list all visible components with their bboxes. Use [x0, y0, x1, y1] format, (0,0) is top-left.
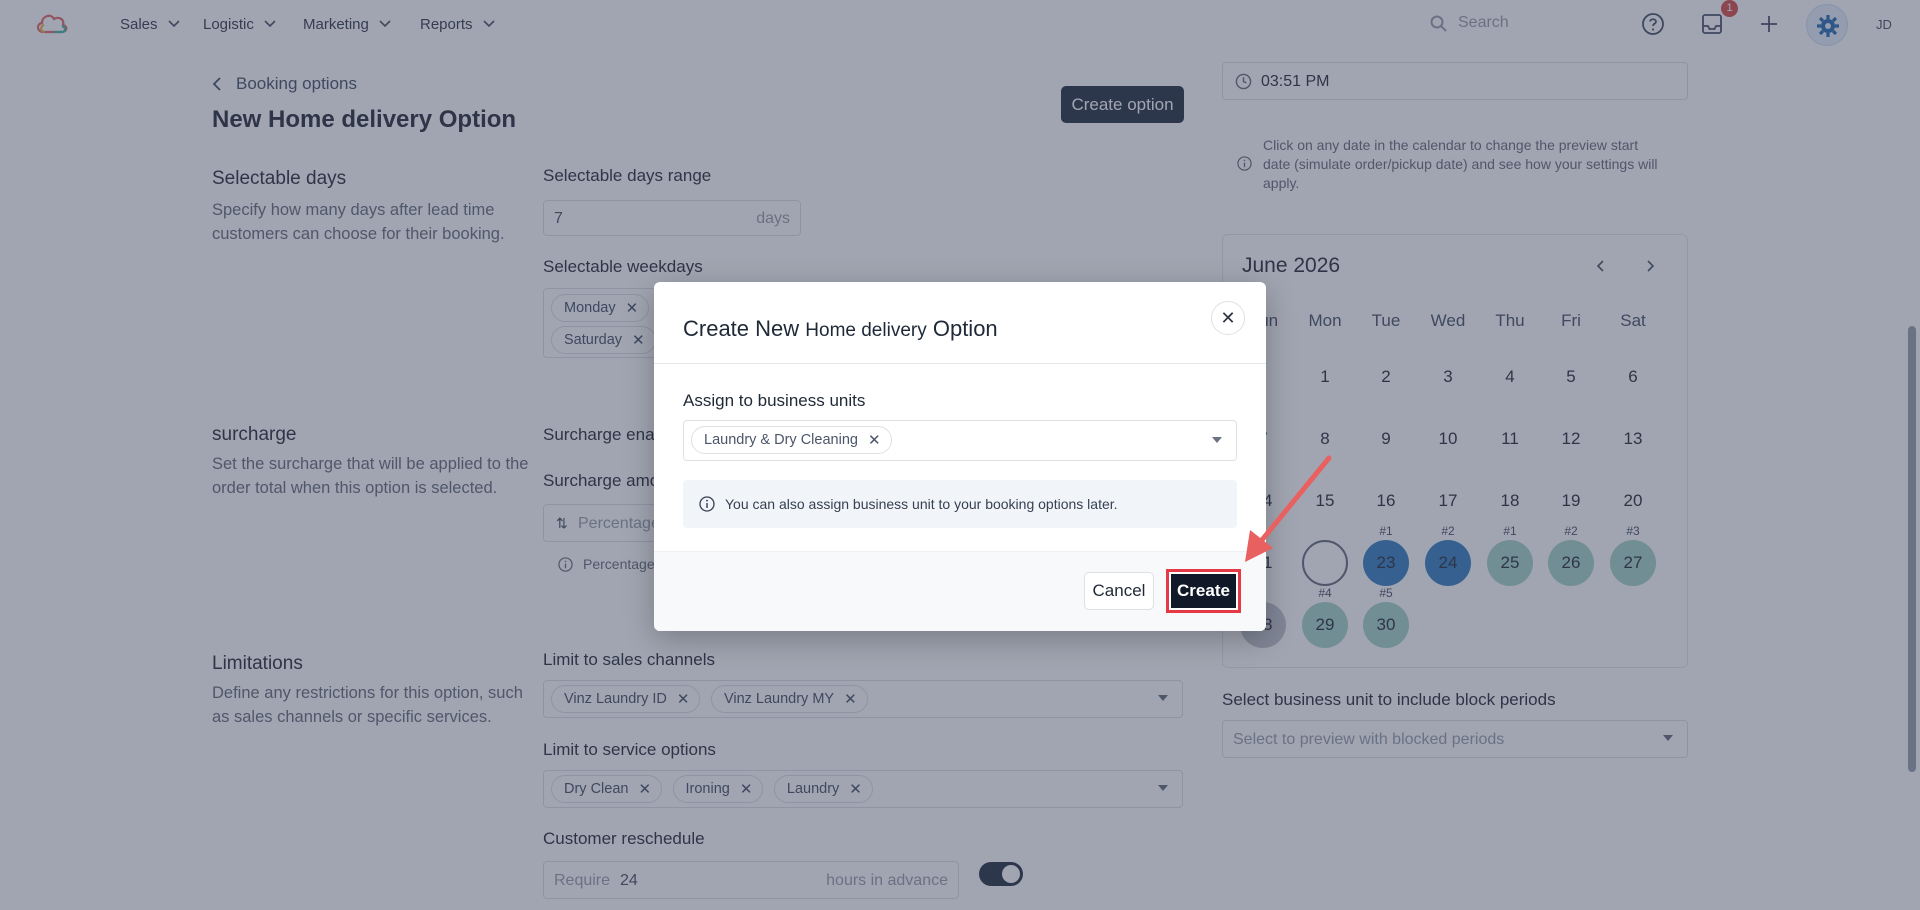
create-option-modal: Create New Home delivery Option ✕ Assign…	[654, 282, 1266, 631]
modal-title-part: Option	[932, 316, 998, 341]
assign-units-label: Assign to business units	[683, 391, 866, 410]
annotation-arrow-icon	[1245, 455, 1332, 562]
modal-title-part: Create New	[683, 316, 800, 341]
info-text: You can also assign business unit to you…	[725, 496, 1118, 512]
info-icon	[699, 496, 715, 512]
close-button[interactable]: ✕	[1211, 301, 1245, 335]
modal-title-part: Home delivery	[805, 320, 927, 341]
create-button-highlight: Create	[1166, 569, 1241, 613]
modal-footer: Cancel Create	[654, 551, 1266, 631]
caret-down-icon	[1212, 437, 1222, 443]
info-banner: You can also assign business unit to you…	[683, 480, 1237, 528]
divider	[654, 363, 1266, 364]
business-unit-chip: Laundry & Dry Cleaning ✕	[691, 426, 892, 454]
cancel-button[interactable]: Cancel	[1084, 572, 1154, 610]
chip-label: Laundry & Dry Cleaning	[704, 432, 858, 448]
close-icon[interactable]: ✕	[868, 431, 881, 449]
business-units-select[interactable]: Laundry & Dry Cleaning ✕	[683, 420, 1237, 461]
modal-title: Create New Home delivery Option	[683, 316, 998, 342]
close-icon: ✕	[1220, 308, 1236, 328]
create-button[interactable]: Create	[1171, 574, 1236, 608]
